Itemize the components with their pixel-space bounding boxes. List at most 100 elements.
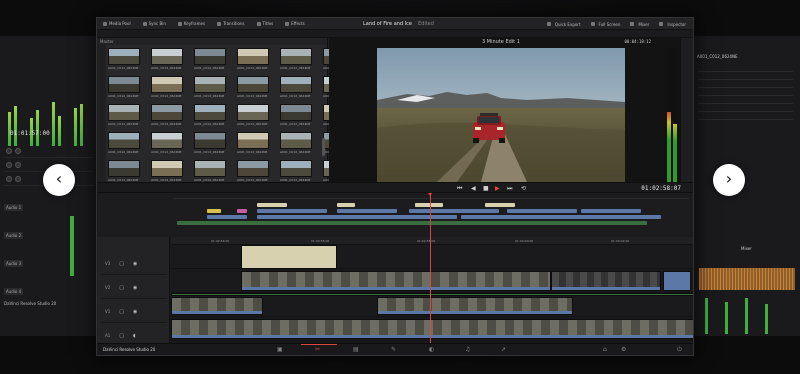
next-arrow-button[interactable]: › — [713, 164, 745, 196]
lock-icon[interactable]: ▢ — [119, 309, 124, 315]
overview-clip[interactable] — [257, 215, 457, 219]
eye-icon[interactable]: ◉ — [133, 261, 137, 267]
loop-button[interactable]: ⟲ — [521, 185, 526, 192]
clip-thumbnail[interactable]: A001_C012_0624NE — [237, 76, 269, 100]
video-clip[interactable] — [551, 271, 661, 291]
clip-thumbnail[interactable]: A001_C012_0624NE — [151, 132, 183, 156]
titles-tab[interactable]: Titles — [251, 21, 280, 26]
overview-clip[interactable] — [461, 215, 661, 219]
scrollbar[interactable] — [322, 138, 325, 156]
quick-export-button[interactable]: Quick Export — [542, 22, 586, 27]
edit-icon[interactable]: ▤ — [353, 347, 359, 353]
clip-thumbnail[interactable]: A001_C012_0624NE — [151, 104, 183, 128]
timeline-name[interactable]: 3 Minute Edit 1 — [482, 39, 520, 45]
eye-icon[interactable]: ◉ — [133, 285, 137, 291]
clip-thumbnail[interactable]: A001_C012_0624NE — [237, 48, 269, 72]
level-meter — [725, 302, 728, 334]
overview-clip[interactable] — [257, 203, 287, 207]
overview-clip[interactable] — [237, 209, 247, 213]
project-manager-icon[interactable]: ⌂ — [603, 347, 607, 353]
thumbnail-label: A001_C012_0624NE — [194, 94, 225, 98]
thumbnail-image — [237, 132, 269, 149]
video-clip[interactable] — [241, 271, 551, 291]
overview-clip[interactable] — [485, 203, 515, 207]
effects-tab[interactable]: Effects — [279, 21, 311, 26]
video-frame[interactable] — [377, 48, 625, 182]
jump-end-button[interactable]: ⏭ — [507, 185, 512, 192]
previous-arrow-button[interactable]: ‹ — [43, 164, 75, 196]
speaker-icon[interactable]: ◖ — [133, 333, 136, 339]
overview-clip[interactable] — [415, 203, 443, 207]
eye-icon[interactable]: ◉ — [133, 309, 137, 315]
deliver-icon[interactable]: ➚ — [501, 347, 506, 353]
overview-clip[interactable] — [177, 221, 647, 225]
color-icon[interactable]: ◐ — [429, 347, 434, 353]
lock-icon[interactable]: ▢ — [119, 333, 124, 339]
overview-clip[interactable] — [581, 209, 641, 213]
clip-thumbnail[interactable]: A001_C012_0624NE — [108, 160, 140, 184]
clip-thumbnail[interactable]: A001_C012_0624NE — [108, 48, 140, 72]
lock-icon[interactable]: ▢ — [119, 261, 124, 267]
overview-clip[interactable] — [257, 209, 327, 213]
media-icon[interactable]: ▣ — [277, 347, 283, 353]
overview-clip[interactable] — [207, 215, 247, 219]
mixer-tab[interactable]: Mixer — [625, 22, 654, 27]
clip-thumbnail[interactable]: A001_C012_0624NE — [280, 76, 312, 100]
level-meter — [673, 124, 677, 182]
title-clip[interactable] — [241, 245, 337, 269]
fairlight-icon[interactable]: ♫ — [465, 347, 470, 353]
reverse-button[interactable]: ◀ — [471, 185, 476, 192]
clip-thumbnail[interactable]: A001_C012_0624NE — [194, 48, 226, 72]
power-icon[interactable]: ⏻ — [677, 347, 682, 353]
fusion-icon[interactable]: ✎ — [391, 347, 396, 353]
video-clip[interactable] — [663, 271, 691, 291]
media-pool-tab[interactable]: Media Pool — [97, 21, 137, 26]
clip-thumbnail[interactable]: A001_C012_0624NE — [108, 76, 140, 100]
play-button[interactable]: ▶ — [495, 185, 500, 192]
settings-icon[interactable]: ⚙ — [621, 347, 626, 353]
overview-clip[interactable] — [507, 209, 577, 213]
clip-thumbnail[interactable]: A001_C012_0624NE — [151, 76, 183, 100]
clip-thumbnail[interactable]: A001_C012_0624NE — [194, 132, 226, 156]
clip-thumbnail[interactable]: A001_C012_0624NE — [280, 160, 312, 184]
clip-thumbnail[interactable]: A001_C012_0624NE — [108, 104, 140, 128]
keyframes-tab[interactable]: Keyframes — [172, 21, 211, 26]
clip-thumbnail[interactable]: A001_C012_0624NE — [237, 104, 269, 128]
clip-thumbnail[interactable]: A001_C012_0624NE — [237, 160, 269, 184]
stop-button[interactable]: ■ — [483, 185, 489, 192]
clip-thumbnail[interactable]: A001_C012_0624NE — [280, 48, 312, 72]
video-clip[interactable] — [171, 319, 693, 339]
video-clip[interactable] — [171, 297, 263, 315]
overview-clip[interactable] — [207, 209, 221, 213]
clip-thumbnail[interactable]: A001_C012_0624NE — [280, 132, 312, 156]
full-screen-button[interactable]: Full Screen — [586, 22, 626, 27]
overview-clip[interactable] — [337, 209, 397, 213]
sync-bin-tab[interactable]: Sync Bin — [137, 21, 172, 26]
thumbnail-image — [237, 160, 269, 177]
lock-icon[interactable]: ▢ — [119, 285, 124, 291]
clip-thumbnail[interactable]: A001_C012_0624NE — [237, 132, 269, 156]
track-header-v3[interactable]: V3 ▢ ◉ — [101, 253, 167, 275]
jump-start-button[interactable]: ⏮ — [457, 185, 462, 192]
page-bar: DaVinci Resolve Studio 20 ▣ ✂ ▤ ✎ ◐ ♫ ➚ … — [97, 343, 693, 355]
clip-thumbnail[interactable]: A001_C012_0624NE — [108, 132, 140, 156]
transitions-tab[interactable]: Transitions — [211, 21, 250, 26]
track-header-v1[interactable]: V1 ▢ ◉ — [101, 301, 167, 323]
mixer-icon — [630, 22, 635, 26]
clip-thumbnail[interactable]: A001_C012_0624NE — [194, 76, 226, 100]
playhead[interactable] — [428, 193, 432, 345]
clip-thumbnail[interactable]: A001_C012_0624NE — [151, 160, 183, 184]
fader-row[interactable] — [4, 144, 94, 158]
clip-thumbnail[interactable]: A001_C012_0624NE — [194, 160, 226, 184]
clip-thumbnail[interactable]: A001_C012_0624NE — [151, 48, 183, 72]
clip-thumbnail[interactable]: A001_C012_0624NE — [280, 104, 312, 128]
overview-clip[interactable] — [409, 209, 499, 213]
video-clip[interactable] — [377, 297, 573, 315]
thumbnail-label: A001_C012_0624NE — [108, 94, 139, 98]
overview-clip[interactable] — [337, 203, 355, 207]
track-header-v2[interactable]: V2 ▢ ◉ — [101, 277, 167, 299]
clip-thumbnail[interactable]: A001_C012_0624NE — [194, 104, 226, 128]
lower-timeline: V3 ▢ ◉ V2 ▢ ◉ V1 ▢ ◉ A1 ▢ ◖ 01:02:54:00 01:02:56… — [97, 237, 693, 347]
inspector-tab[interactable]: Inspector — [654, 22, 691, 27]
cut-icon[interactable]: ✂ — [315, 347, 320, 353]
